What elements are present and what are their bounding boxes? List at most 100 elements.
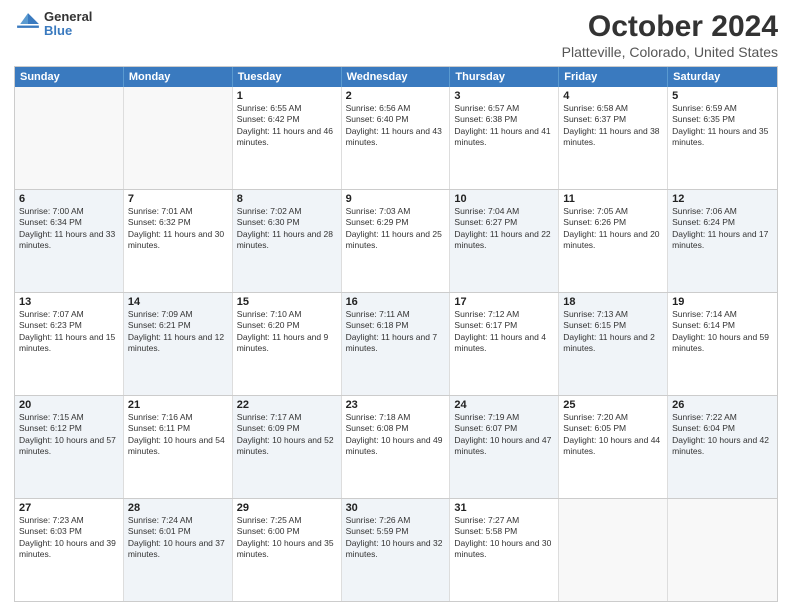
cal-cell: 18Sunrise: 7:13 AM Sunset: 6:15 PM Dayli…: [559, 293, 668, 395]
page: General Blue October 2024 Platteville, C…: [0, 0, 792, 612]
cell-info: Sunrise: 7:11 AM Sunset: 6:18 PM Dayligh…: [346, 309, 446, 355]
cal-cell: [124, 87, 233, 189]
cell-info: Sunrise: 7:03 AM Sunset: 6:29 PM Dayligh…: [346, 206, 446, 252]
cal-cell: 30Sunrise: 7:26 AM Sunset: 5:59 PM Dayli…: [342, 499, 451, 601]
day-number: 6: [19, 193, 119, 205]
day-number: 16: [346, 296, 446, 308]
logo-icon: [14, 10, 42, 38]
cal-cell: 19Sunrise: 7:14 AM Sunset: 6:14 PM Dayli…: [668, 293, 777, 395]
day-number: 21: [128, 399, 228, 411]
cell-info: Sunrise: 7:19 AM Sunset: 6:07 PM Dayligh…: [454, 412, 554, 458]
day-number: 13: [19, 296, 119, 308]
day-number: 18: [563, 296, 663, 308]
cal-cell: 4Sunrise: 6:58 AM Sunset: 6:37 PM Daylig…: [559, 87, 668, 189]
cal-cell: 27Sunrise: 7:23 AM Sunset: 6:03 PM Dayli…: [15, 499, 124, 601]
title-block: October 2024 Platteville, Colorado, Unit…: [562, 10, 778, 60]
cell-info: Sunrise: 7:17 AM Sunset: 6:09 PM Dayligh…: [237, 412, 337, 458]
cal-header-monday: Monday: [124, 67, 233, 87]
day-number: 15: [237, 296, 337, 308]
calendar-header-row: SundayMondayTuesdayWednesdayThursdayFrid…: [15, 67, 777, 87]
cell-info: Sunrise: 7:23 AM Sunset: 6:03 PM Dayligh…: [19, 515, 119, 561]
cal-cell: 5Sunrise: 6:59 AM Sunset: 6:35 PM Daylig…: [668, 87, 777, 189]
logo-text: General Blue: [44, 10, 92, 39]
cal-cell: 17Sunrise: 7:12 AM Sunset: 6:17 PM Dayli…: [450, 293, 559, 395]
logo: General Blue: [14, 10, 92, 39]
cell-info: Sunrise: 7:16 AM Sunset: 6:11 PM Dayligh…: [128, 412, 228, 458]
cell-info: Sunrise: 7:26 AM Sunset: 5:59 PM Dayligh…: [346, 515, 446, 561]
cal-cell: 29Sunrise: 7:25 AM Sunset: 6:00 PM Dayli…: [233, 499, 342, 601]
day-number: 12: [672, 193, 773, 205]
cal-cell: 28Sunrise: 7:24 AM Sunset: 6:01 PM Dayli…: [124, 499, 233, 601]
cal-cell: 2Sunrise: 6:56 AM Sunset: 6:40 PM Daylig…: [342, 87, 451, 189]
day-number: 9: [346, 193, 446, 205]
cal-header-saturday: Saturday: [668, 67, 777, 87]
cal-cell: 15Sunrise: 7:10 AM Sunset: 6:20 PM Dayli…: [233, 293, 342, 395]
cal-cell: 25Sunrise: 7:20 AM Sunset: 6:05 PM Dayli…: [559, 396, 668, 498]
cal-cell: 8Sunrise: 7:02 AM Sunset: 6:30 PM Daylig…: [233, 190, 342, 292]
cal-week-0: 1Sunrise: 6:55 AM Sunset: 6:42 PM Daylig…: [15, 87, 777, 190]
day-number: 30: [346, 502, 446, 514]
cell-info: Sunrise: 7:01 AM Sunset: 6:32 PM Dayligh…: [128, 206, 228, 252]
day-number: 22: [237, 399, 337, 411]
cal-cell: 6Sunrise: 7:00 AM Sunset: 6:34 PM Daylig…: [15, 190, 124, 292]
calendar-body: 1Sunrise: 6:55 AM Sunset: 6:42 PM Daylig…: [15, 87, 777, 601]
day-number: 8: [237, 193, 337, 205]
day-number: 17: [454, 296, 554, 308]
cell-info: Sunrise: 7:09 AM Sunset: 6:21 PM Dayligh…: [128, 309, 228, 355]
cal-cell: 9Sunrise: 7:03 AM Sunset: 6:29 PM Daylig…: [342, 190, 451, 292]
cal-week-1: 6Sunrise: 7:00 AM Sunset: 6:34 PM Daylig…: [15, 190, 777, 293]
cal-header-sunday: Sunday: [15, 67, 124, 87]
day-number: 19: [672, 296, 773, 308]
cal-cell: 3Sunrise: 6:57 AM Sunset: 6:38 PM Daylig…: [450, 87, 559, 189]
cell-info: Sunrise: 7:04 AM Sunset: 6:27 PM Dayligh…: [454, 206, 554, 252]
cell-info: Sunrise: 7:25 AM Sunset: 6:00 PM Dayligh…: [237, 515, 337, 561]
cell-info: Sunrise: 7:15 AM Sunset: 6:12 PM Dayligh…: [19, 412, 119, 458]
day-number: 24: [454, 399, 554, 411]
cal-cell: [559, 499, 668, 601]
day-number: 28: [128, 502, 228, 514]
day-number: 5: [672, 90, 773, 102]
cell-info: Sunrise: 7:12 AM Sunset: 6:17 PM Dayligh…: [454, 309, 554, 355]
cell-info: Sunrise: 7:22 AM Sunset: 6:04 PM Dayligh…: [672, 412, 773, 458]
cell-info: Sunrise: 7:27 AM Sunset: 5:58 PM Dayligh…: [454, 515, 554, 561]
cell-info: Sunrise: 7:00 AM Sunset: 6:34 PM Dayligh…: [19, 206, 119, 252]
cell-info: Sunrise: 7:10 AM Sunset: 6:20 PM Dayligh…: [237, 309, 337, 355]
day-number: 31: [454, 502, 554, 514]
cal-cell: 12Sunrise: 7:06 AM Sunset: 6:24 PM Dayli…: [668, 190, 777, 292]
header: General Blue October 2024 Platteville, C…: [14, 10, 778, 60]
day-number: 7: [128, 193, 228, 205]
cal-week-3: 20Sunrise: 7:15 AM Sunset: 6:12 PM Dayli…: [15, 396, 777, 499]
cal-cell: 24Sunrise: 7:19 AM Sunset: 6:07 PM Dayli…: [450, 396, 559, 498]
cal-week-2: 13Sunrise: 7:07 AM Sunset: 6:23 PM Dayli…: [15, 293, 777, 396]
cal-cell: 21Sunrise: 7:16 AM Sunset: 6:11 PM Dayli…: [124, 396, 233, 498]
cell-info: Sunrise: 7:06 AM Sunset: 6:24 PM Dayligh…: [672, 206, 773, 252]
day-number: 20: [19, 399, 119, 411]
cal-cell: [15, 87, 124, 189]
cal-cell: 11Sunrise: 7:05 AM Sunset: 6:26 PM Dayli…: [559, 190, 668, 292]
cal-cell: 1Sunrise: 6:55 AM Sunset: 6:42 PM Daylig…: [233, 87, 342, 189]
cal-week-4: 27Sunrise: 7:23 AM Sunset: 6:03 PM Dayli…: [15, 499, 777, 601]
day-number: 25: [563, 399, 663, 411]
day-number: 10: [454, 193, 554, 205]
page-title: October 2024: [562, 10, 778, 44]
cell-info: Sunrise: 7:24 AM Sunset: 6:01 PM Dayligh…: [128, 515, 228, 561]
cal-cell: 31Sunrise: 7:27 AM Sunset: 5:58 PM Dayli…: [450, 499, 559, 601]
cal-cell: 10Sunrise: 7:04 AM Sunset: 6:27 PM Dayli…: [450, 190, 559, 292]
day-number: 11: [563, 193, 663, 205]
cal-header-wednesday: Wednesday: [342, 67, 451, 87]
day-number: 3: [454, 90, 554, 102]
cell-info: Sunrise: 7:14 AM Sunset: 6:14 PM Dayligh…: [672, 309, 773, 355]
cal-header-friday: Friday: [559, 67, 668, 87]
page-subtitle: Platteville, Colorado, United States: [562, 44, 778, 60]
cell-info: Sunrise: 7:07 AM Sunset: 6:23 PM Dayligh…: [19, 309, 119, 355]
cell-info: Sunrise: 6:56 AM Sunset: 6:40 PM Dayligh…: [346, 103, 446, 149]
day-number: 2: [346, 90, 446, 102]
cal-cell: 20Sunrise: 7:15 AM Sunset: 6:12 PM Dayli…: [15, 396, 124, 498]
cell-info: Sunrise: 6:59 AM Sunset: 6:35 PM Dayligh…: [672, 103, 773, 149]
cell-info: Sunrise: 7:02 AM Sunset: 6:30 PM Dayligh…: [237, 206, 337, 252]
cal-cell: 7Sunrise: 7:01 AM Sunset: 6:32 PM Daylig…: [124, 190, 233, 292]
cell-info: Sunrise: 7:05 AM Sunset: 6:26 PM Dayligh…: [563, 206, 663, 252]
cal-cell: [668, 499, 777, 601]
day-number: 14: [128, 296, 228, 308]
cell-info: Sunrise: 6:57 AM Sunset: 6:38 PM Dayligh…: [454, 103, 554, 149]
